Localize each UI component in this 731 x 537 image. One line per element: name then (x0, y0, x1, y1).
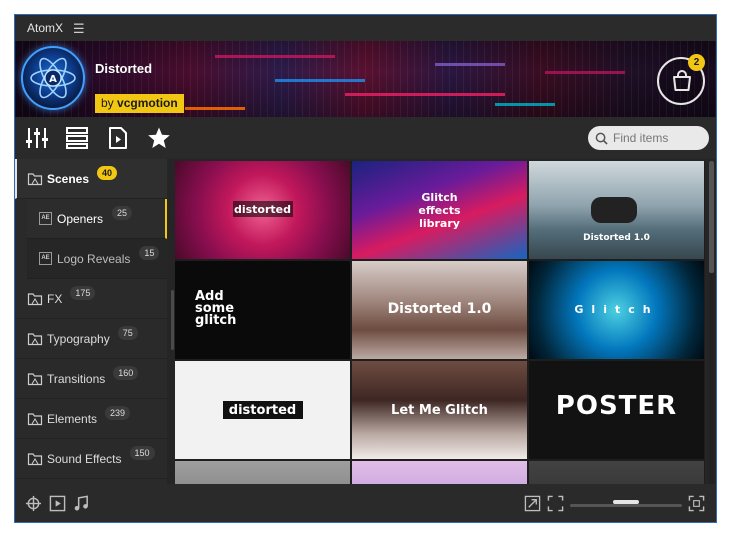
search-box[interactable] (588, 126, 709, 150)
subcategory-openers[interactable]: AE Openers 25 (27, 199, 167, 239)
title-bar: AtomX ☰ (15, 15, 716, 41)
folder-icon (27, 292, 43, 305)
thumbnail-item[interactable]: POSTER (529, 361, 704, 459)
category-sidebar: Scenes 40 AE Openers 25 AE Logo Reveals … (15, 159, 167, 484)
video-file-icon[interactable] (106, 126, 130, 150)
folder-icon (27, 412, 43, 425)
category-label: Typography (47, 331, 110, 346)
zoom-slider-handle[interactable] (613, 500, 639, 504)
bottom-bar (15, 484, 716, 522)
grid-scrollbar[interactable] (709, 161, 714, 484)
category-transitions[interactable]: Transitions 160 (15, 359, 167, 399)
motorcycle-shape (591, 197, 637, 223)
thumbnail-item[interactable]: distorted (175, 161, 350, 259)
subcategory-label: Logo Reveals (57, 251, 131, 266)
folder-icon (27, 452, 43, 465)
thumbnail-item[interactable]: Add some glitch (175, 261, 350, 359)
fit-icon[interactable] (547, 495, 564, 512)
ae-file-icon: AE (39, 212, 52, 225)
hamburger-menu-icon[interactable]: ☰ (73, 22, 85, 35)
shopping-bag-icon (673, 70, 691, 91)
category-typography[interactable]: Typography 75 (15, 319, 167, 359)
export-icon[interactable] (524, 495, 541, 512)
crosshair-icon[interactable] (25, 495, 42, 512)
subcategory-count-badge: 15 (139, 245, 160, 260)
category-count-badge: 239 (105, 405, 131, 420)
sliders-icon[interactable] (25, 126, 49, 150)
toolbar (15, 117, 716, 159)
thumbnail-item[interactable]: Glitch effects library (352, 161, 527, 259)
thumbnail-title: distorted (228, 403, 297, 418)
star-icon[interactable] (147, 126, 171, 150)
list-view-icon[interactable] (65, 126, 89, 150)
search-icon (595, 132, 608, 145)
thumbnail-title: Let Me Glitch (391, 403, 488, 418)
category-label: Elements (47, 411, 98, 426)
glitch-stripe (185, 107, 245, 110)
thumbnail-title: Glitch (574, 303, 659, 316)
glitch-stripe (275, 79, 365, 82)
folder-icon (27, 332, 43, 345)
thumbnail-item[interactable]: Distorted 1.0 (529, 161, 704, 259)
app-title: AtomX (27, 21, 64, 35)
category-count-badge: 160 (113, 365, 139, 380)
items-grid: distorted Glitch effects library Distort… (175, 161, 705, 484)
subcategory-logo-reveals[interactable]: AE Logo Reveals 15 (27, 239, 167, 279)
category-fx[interactable]: FX 175 (15, 279, 167, 319)
category-count-badge: 40 (97, 165, 118, 180)
category-elements[interactable]: Elements 239 (15, 399, 167, 439)
expand-icon[interactable] (688, 495, 705, 512)
thumbnail-item[interactable] (352, 461, 527, 484)
thumbnail-title: distorted (233, 203, 292, 216)
sidebar-scrollbar[interactable] (171, 290, 174, 350)
category-count-badge: 150 (129, 445, 155, 460)
category-scenes[interactable]: Scenes 40 (15, 159, 167, 199)
category-label: Sound Effects (47, 451, 122, 466)
category-count-badge: 75 (117, 325, 138, 340)
subcategory-count-badge: 25 (112, 205, 133, 220)
cart-count-badge: 2 (688, 54, 705, 71)
thumbnail-item[interactable] (529, 461, 704, 484)
search-input[interactable] (613, 131, 703, 145)
thumbnail-title: Distorted 1.0 (583, 233, 650, 243)
glitch-stripe (435, 63, 505, 66)
thumbnail-item[interactable]: Glitch (529, 261, 704, 359)
thumbnail-item[interactable]: distorted (175, 361, 350, 459)
glitch-stripe (345, 93, 505, 96)
ae-file-icon: AE (39, 252, 52, 265)
thumbnail-item[interactable] (175, 461, 350, 484)
folder-icon (27, 372, 43, 385)
pack-author-name: vcgmotion (117, 96, 178, 110)
thumbnail-title: Distorted 1.0 (387, 301, 492, 317)
pack-author-badge[interactable]: by vcgmotion (95, 94, 184, 113)
glitch-stripe (215, 55, 335, 58)
pack-title: Distorted (95, 61, 153, 76)
subcategory-label: Openers (57, 211, 104, 226)
pack-author-prefix: by (101, 96, 118, 110)
category-label: Scenes (47, 171, 90, 186)
play-icon[interactable] (49, 495, 66, 512)
category-count-badge: 175 (70, 285, 96, 300)
pack-banner: A Distorted by vcgmotion 2 (15, 41, 716, 117)
thumbnail-title: Add some glitch (195, 289, 237, 328)
category-label: FX (47, 291, 63, 306)
thumbnail-item[interactable]: Let Me Glitch (352, 361, 527, 459)
thumbnail-title: Glitch effects library (418, 191, 461, 230)
thumbnail-item[interactable]: Distorted 1.0 (352, 261, 527, 359)
glitch-stripe (545, 71, 625, 74)
music-icon[interactable] (73, 495, 90, 512)
grid-scrollbar-handle[interactable] (709, 161, 714, 273)
folder-icon (27, 172, 43, 185)
category-label: Transitions (47, 371, 106, 386)
category-sound-effects[interactable]: Sound Effects 150 (15, 439, 167, 479)
app-window: AtomX ☰ A Distorted by vcgmotion 2 Find … (14, 14, 717, 523)
glitch-stripe (495, 103, 555, 106)
atomx-logo: A (21, 46, 85, 110)
zoom-slider-track[interactable] (570, 504, 682, 507)
thumbnail-title: POSTER (555, 391, 678, 421)
svg-text:A: A (49, 74, 57, 85)
